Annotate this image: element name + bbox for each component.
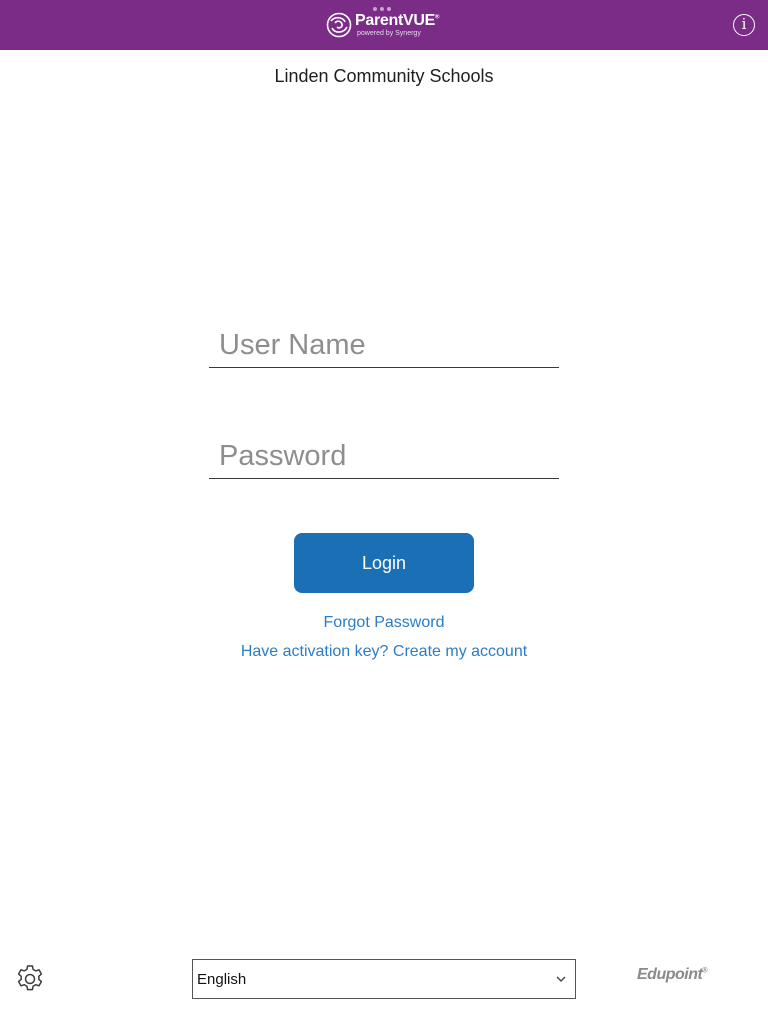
parentvue-logo-icon <box>326 12 352 38</box>
password-field[interactable] <box>209 435 559 478</box>
language-selected: English <box>197 971 247 988</box>
language-select[interactable]: English <box>192 959 576 999</box>
username-field-container <box>209 324 559 368</box>
app-name: ParentVUE® <box>355 12 440 29</box>
app-header: ParentVUE® powered by Synergy i <box>0 0 768 50</box>
edupoint-logo: Edupoint® <box>637 966 707 983</box>
chevron-down-icon <box>556 976 566 982</box>
create-account-link[interactable]: Have activation key? Create my account <box>0 643 768 661</box>
password-field-container <box>209 435 559 479</box>
app-logo: ParentVUE® powered by Synergy <box>326 11 439 39</box>
login-button[interactable]: Login <box>294 533 474 593</box>
district-name: Linden Community Schools <box>274 66 494 86</box>
username-field[interactable] <box>209 324 559 367</box>
forgot-password-link[interactable]: Forgot Password <box>0 614 768 632</box>
app-tagline: powered by Synergy <box>357 30 421 37</box>
gear-icon[interactable] <box>14 963 46 995</box>
info-icon[interactable]: i <box>733 14 755 36</box>
